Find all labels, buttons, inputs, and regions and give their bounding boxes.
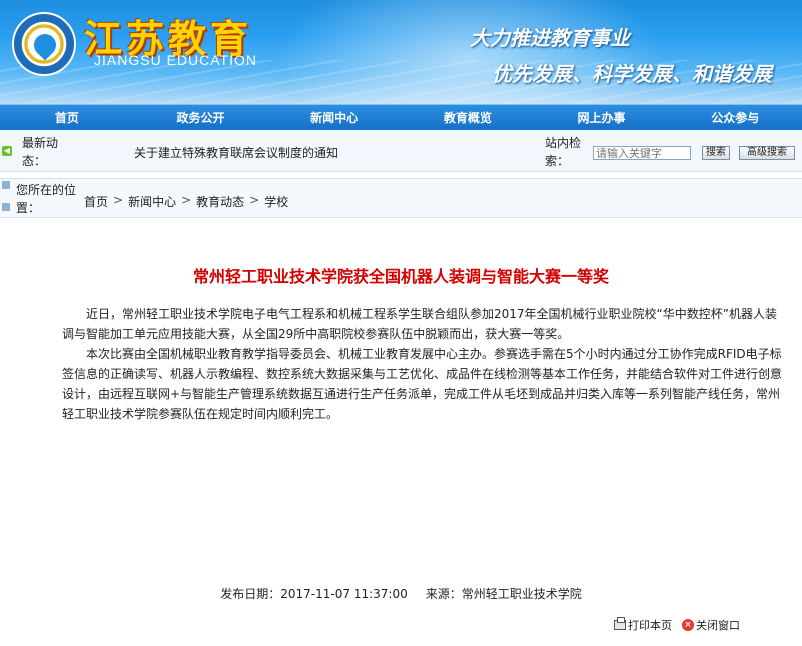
breadcrumb-separator: > bbox=[249, 193, 260, 207]
breadcrumb-education-news[interactable]: 教育动态 bbox=[196, 193, 244, 210]
article-paragraph: 近日，常州轻工职业技术学院电子电气工程系和机械工程系学生联合组队参加2017年全… bbox=[62, 307, 777, 341]
printer-icon bbox=[614, 617, 626, 630]
article-meta: 发布日期：2017-11-07 11:37:00 来源：常州轻工职业技术学院 bbox=[0, 585, 802, 602]
slogan-line-2: 优先发展、科学发展、和谐发展 bbox=[492, 62, 772, 86]
article-title: 常州轻工职业技术学院获全国机器人装调与智能大赛一等奖 bbox=[192, 267, 609, 286]
page-actions: 打印本页 × 关闭窗口 bbox=[614, 617, 740, 633]
nav-item-news-center[interactable]: 新闻中心 bbox=[267, 105, 401, 130]
print-label: 打印本页 bbox=[628, 619, 672, 632]
arrow-icon: ◀ bbox=[2, 146, 12, 156]
breadcrumb-label: 您所在的位置： bbox=[16, 183, 77, 215]
breadcrumb-bar: 您所在的位置： 首页 > 新闻中心 > 教育动态 > 学校 bbox=[0, 178, 802, 218]
breadcrumb-marker-icon bbox=[2, 181, 10, 189]
print-page-button[interactable]: 打印本页 bbox=[614, 617, 672, 633]
breadcrumb-school[interactable]: 学校 bbox=[264, 193, 288, 210]
nav-item-online-services[interactable]: 网上办事 bbox=[535, 105, 669, 130]
ticker-news-link[interactable]: 关于建立特殊教育联席会议制度的通知 bbox=[134, 144, 338, 161]
slogan-line-1: 大力推进教育事业 bbox=[470, 26, 630, 50]
site-logo-icon[interactable] bbox=[12, 12, 76, 76]
source-label: 来源： bbox=[425, 587, 462, 601]
breadcrumb-news-center[interactable]: 新闻中心 bbox=[128, 193, 176, 210]
article-source: 常州轻工职业技术学院 bbox=[461, 587, 582, 601]
search-label: 站内检索： bbox=[545, 136, 582, 168]
news-ticker-bar: ◀ 最新动态： 关于建立特殊教育联席会议制度的通知 站内检索： 搜索 高级搜索 bbox=[0, 130, 802, 172]
logo-leaf-icon bbox=[29, 29, 61, 61]
date-label: 发布日期： bbox=[220, 587, 281, 601]
nav-item-public-participation[interactable]: 公众参与 bbox=[668, 105, 802, 130]
article-paragraph: 本次比赛由全国机械职业教育教学指导委员会、机械工业教育发展中心主办。参赛选手需在… bbox=[62, 347, 783, 421]
breadcrumb-separator: > bbox=[113, 193, 124, 207]
breadcrumb-home[interactable]: 首页 bbox=[84, 193, 108, 210]
nav-item-home[interactable]: 首页 bbox=[0, 105, 134, 130]
ticker-label: 最新动态： bbox=[22, 136, 59, 168]
breadcrumb-marker-icon bbox=[2, 203, 10, 211]
nav-item-government-affairs[interactable]: 政务公开 bbox=[134, 105, 268, 130]
nav-item-education-overview[interactable]: 教育概览 bbox=[401, 105, 535, 130]
publish-date: 2017-11-07 11:37:00 bbox=[280, 587, 408, 601]
advanced-search-button[interactable]: 高级搜索 bbox=[739, 146, 795, 160]
close-icon: × bbox=[682, 619, 694, 631]
article-body: 近日，常州轻工职业技术学院电子电气工程系和机械工程系学生联合组队参加2017年全… bbox=[62, 304, 782, 424]
breadcrumb: 首页 > 新闻中心 > 教育动态 > 学校 bbox=[84, 193, 288, 210]
search-input[interactable] bbox=[593, 146, 691, 160]
close-window-button[interactable]: × 关闭窗口 bbox=[682, 617, 740, 633]
search-button[interactable]: 搜索 bbox=[702, 146, 730, 160]
breadcrumb-separator: > bbox=[181, 193, 192, 207]
site-name-en: JIANGSU EDUCATION bbox=[94, 52, 257, 68]
header-banner: 江苏教育 JIANGSU EDUCATION 大力推进教育事业 优先发展、科学发… bbox=[0, 0, 802, 104]
main-nav: 首页 政务公开 新闻中心 教育概览 网上办事 公众参与 bbox=[0, 104, 802, 130]
close-label: 关闭窗口 bbox=[696, 619, 740, 632]
